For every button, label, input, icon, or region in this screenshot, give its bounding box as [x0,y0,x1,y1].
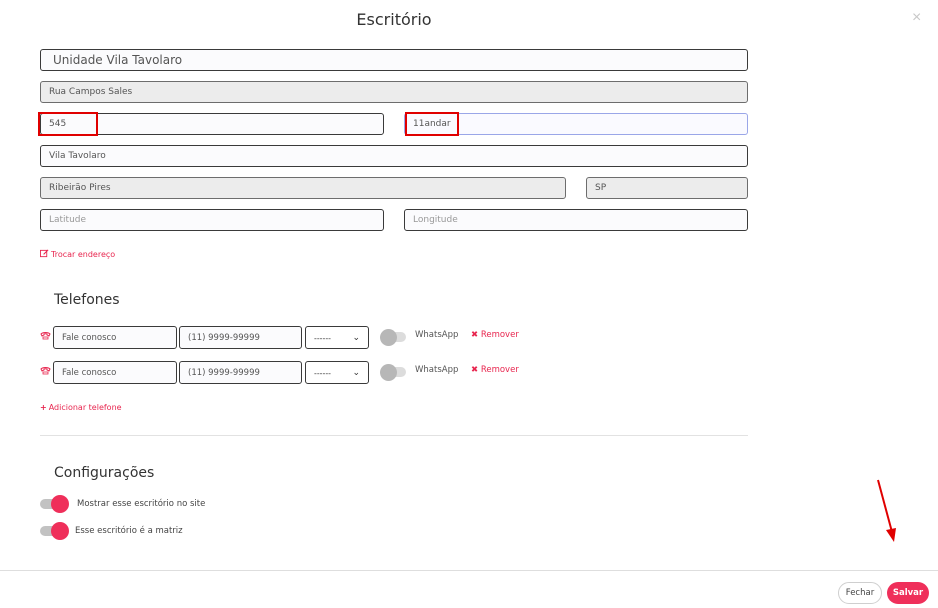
phone-icon [40,367,52,377]
add-phone-label: Adicionar telefone [48,403,122,412]
phone-type-value: ------ [314,332,331,343]
remove-label: Remover [480,330,519,340]
is-main-toggle[interactable] [40,522,70,540]
phone-label-input[interactable]: Fale conosco [53,361,177,384]
toggle-knob [380,329,397,346]
edit-icon [40,249,49,260]
close-button[interactable]: Fechar [838,582,882,604]
longitude-input[interactable]: Longitude [404,209,748,231]
whatsapp-label: WhatsApp [415,330,459,340]
modal-title: Escritório [356,10,432,29]
section-divider [40,435,748,436]
phone-row: Fale conosco (11) 9999-99999 ------ ⌄ Wh… [40,326,540,350]
is-main-label: Esse escritório é a matriz [75,526,183,536]
remove-phone-button[interactable]: ✖ Remover [471,365,519,375]
change-address-label: Trocar endereço [51,250,116,259]
state-field[interactable]: SP [586,177,748,199]
add-phone-link[interactable]: + Adicionar telefone [40,403,122,412]
toggle-knob [380,364,397,381]
city-field[interactable]: Ribeirão Pires [40,177,566,199]
remove-phone-button[interactable]: ✖ Remover [471,330,519,340]
toggle-knob [51,522,69,540]
phone-number-input[interactable]: (11) 9999-99999 [179,326,302,349]
phone-number-input[interactable]: (11) 9999-99999 [179,361,302,384]
latitude-input[interactable]: Latitude [40,209,384,231]
close-icon[interactable]: × [912,10,921,26]
phone-type-value: ------ [314,367,331,378]
settings-section-title: Configurações [54,465,155,481]
whatsapp-toggle[interactable] [380,329,406,346]
toggle-knob [51,495,69,513]
chevron-down-icon: ⌄ [352,367,360,377]
street-field[interactable]: Rua Campos Sales [40,81,748,103]
phone-type-select[interactable]: ------ ⌄ [305,361,369,384]
phone-icon [40,332,52,342]
annotation-arrow-icon [877,479,896,542]
whatsapp-label: WhatsApp [415,365,459,375]
neighborhood-field[interactable]: Vila Tavolaro [40,145,748,167]
phone-label-input[interactable]: Fale conosco [53,326,177,349]
office-name-field[interactable]: Unidade Vila Tavolaro [40,49,748,71]
phone-row: Fale conosco (11) 9999-99999 ------ ⌄ Wh… [40,361,540,385]
remove-icon: ✖ [471,330,479,340]
complement-field[interactable]: 11andar [404,113,748,135]
show-on-site-label: Mostrar esse escritório no site [77,499,206,509]
show-on-site-toggle[interactable] [40,495,70,513]
chevron-down-icon: ⌄ [352,332,360,342]
whatsapp-toggle[interactable] [380,364,406,381]
change-address-link[interactable]: Trocar endereço [40,249,115,260]
plus-icon: + [40,403,47,412]
number-field[interactable]: 545 [40,113,384,135]
remove-icon: ✖ [471,365,479,375]
remove-label: Remover [480,365,519,375]
phones-section-title: Telefones [54,292,120,308]
footer-divider [0,570,938,571]
save-button[interactable]: Salvar [887,582,929,604]
phone-type-select[interactable]: ------ ⌄ [305,326,369,349]
